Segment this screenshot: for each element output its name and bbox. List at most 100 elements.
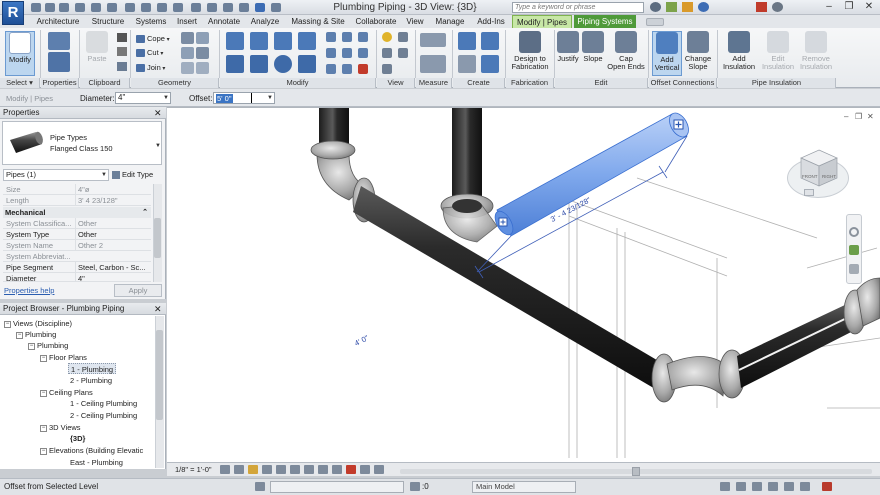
crop-view-icon[interactable] — [290, 465, 300, 474]
shadows-icon[interactable] — [262, 465, 272, 474]
worksharing-icon[interactable] — [360, 465, 370, 474]
tree-node-selected[interactable]: 1 - Plumbing — [68, 363, 117, 374]
home-icon[interactable] — [804, 189, 814, 196]
close-icon[interactable]: ✕ — [154, 303, 162, 315]
view-minimize-icon[interactable]: – — [844, 112, 848, 121]
tree-node[interactable]: − Plumbing — [28, 340, 68, 351]
close-icon[interactable]: ✕ — [154, 107, 162, 119]
tree-node[interactable]: 2 - Plumbing — [70, 375, 112, 386]
array-icon[interactable] — [358, 32, 368, 42]
user-icon[interactable] — [698, 2, 709, 12]
rotate-icon[interactable] — [274, 55, 292, 73]
copy-element-icon[interactable] — [250, 55, 268, 73]
open-icon[interactable] — [31, 3, 41, 12]
show-crop-icon[interactable] — [304, 465, 314, 474]
hide-isolate-icon[interactable] — [382, 32, 392, 42]
search-icon[interactable] — [650, 2, 661, 12]
properties-help-link[interactable]: Properties help — [4, 286, 54, 295]
collapse-toggle-icon[interactable]: − — [40, 447, 47, 455]
create-group-icon[interactable] — [458, 55, 476, 73]
switch-windows-icon[interactable] — [255, 3, 265, 12]
design-option-select[interactable]: Main Model — [472, 481, 576, 493]
analytical-model-icon[interactable] — [374, 465, 384, 474]
select-pinned-icon[interactable] — [768, 482, 778, 491]
cut-icon[interactable] — [117, 47, 127, 56]
pin-icon[interactable] — [342, 48, 352, 58]
add-vertical-button[interactable]: Add Vertical — [652, 31, 682, 76]
tree-node[interactable]: 1 - Ceiling Plumbing — [70, 398, 137, 409]
filter-icon[interactable] — [822, 482, 832, 491]
offset-value[interactable]: 5' 0" — [216, 94, 233, 103]
justify-button[interactable]: Justify — [556, 31, 580, 76]
tree-node-active-view[interactable]: {3D} — [70, 433, 85, 444]
chevron-down-icon[interactable]: ▼ — [267, 95, 273, 101]
app-menu-button[interactable]: R — [2, 1, 24, 25]
collapse-toggle-icon[interactable]: − — [28, 342, 35, 350]
cut-geometry-button[interactable]: Cut ▾ — [136, 47, 163, 58]
tab-massing-site[interactable]: Massing & Site — [286, 15, 350, 28]
delete-icon[interactable] — [358, 64, 368, 74]
trim-extend-icon[interactable] — [298, 55, 316, 73]
steering-wheel-icon[interactable] — [849, 227, 859, 237]
close-hidden-icon[interactable] — [239, 3, 249, 12]
create-assembly-icon[interactable] — [458, 32, 476, 50]
save-icon[interactable] — [45, 3, 55, 12]
cope-button[interactable]: Cope ▾ — [136, 33, 170, 44]
help-icon[interactable] — [772, 2, 783, 12]
subscription-icon[interactable] — [666, 2, 677, 12]
scale-icon[interactable] — [326, 48, 336, 58]
demolish-icon[interactable] — [196, 47, 209, 59]
edit-type-button[interactable]: Edit Type — [112, 169, 162, 181]
visual-style-icon[interactable] — [234, 465, 244, 474]
workset-select[interactable] — [270, 481, 404, 493]
property-row[interactable]: Diameter 4" — [3, 273, 151, 282]
collapse-toggle-icon[interactable]: − — [16, 331, 23, 339]
collapse-toggle-icon[interactable]: − — [40, 354, 47, 362]
wall-joins-icon[interactable] — [181, 32, 194, 44]
chevron-down-icon[interactable]: ▼ — [155, 143, 161, 149]
mirror-draw-axis-icon[interactable] — [298, 32, 316, 50]
section-icon[interactable] — [207, 3, 217, 12]
temporary-hide-icon[interactable] — [332, 465, 342, 474]
tab-collaborate[interactable]: Collaborate — [352, 15, 400, 28]
visibility-icon[interactable] — [382, 64, 392, 74]
search-input[interactable]: Type a keyword or phrase — [512, 2, 644, 13]
tab-modify-pipes[interactable]: Modify | Pipes — [512, 15, 572, 28]
hide-element-icon[interactable] — [382, 48, 392, 58]
restore-button[interactable]: ❐ — [840, 1, 858, 13]
reveal-hidden-icon[interactable] — [346, 465, 356, 474]
tree-node[interactable]: East - Plumbing — [70, 457, 123, 468]
tree-node[interactable]: − Elevations (Building Elevatic — [40, 445, 154, 456]
rendering-icon[interactable] — [276, 465, 286, 474]
select-panel-dropdown[interactable]: Select ▾ — [0, 78, 40, 88]
select-links-icon[interactable] — [736, 482, 746, 491]
override-graphics-icon[interactable] — [398, 32, 408, 42]
chevron-down-icon[interactable]: ▼ — [163, 95, 169, 101]
tree-node[interactable]: − Ceiling Plans — [40, 387, 93, 398]
browser-scroll-thumb[interactable] — [156, 330, 163, 420]
create-similar-icon[interactable] — [481, 55, 499, 73]
property-value[interactable]: 4" — [75, 273, 151, 281]
modify-button[interactable]: Modify — [5, 31, 35, 76]
dimension-icon[interactable] — [420, 55, 446, 73]
cap-open-ends-button[interactable]: Cap Open Ends — [606, 31, 646, 76]
select-underlay-icon[interactable] — [752, 482, 762, 491]
horizontal-scroll-thumb[interactable] — [632, 467, 640, 476]
tab-annotate[interactable]: Annotate — [204, 15, 244, 28]
drag-on-selection-icon[interactable] — [800, 482, 810, 491]
redo-icon[interactable] — [91, 3, 101, 12]
collapse-toggle-icon[interactable]: − — [40, 424, 47, 432]
create-parts-icon[interactable] — [481, 32, 499, 50]
mirror-pick-axis-icon[interactable] — [274, 32, 292, 50]
offset-icon[interactable] — [250, 32, 268, 50]
collapse-toggle-icon[interactable]: − — [4, 320, 11, 328]
aligned-dimension-icon[interactable] — [141, 3, 151, 12]
properties-icon[interactable] — [48, 52, 70, 72]
tree-node[interactable]: − Plumbing — [16, 329, 56, 340]
lock-view-icon[interactable] — [318, 465, 328, 474]
split-gap-icon[interactable] — [342, 32, 352, 42]
tag-icon[interactable] — [157, 3, 167, 12]
viewcube[interactable] — [797, 146, 841, 190]
edit-insulation-button[interactable]: Edit Insulation — [759, 31, 797, 76]
communication-icon[interactable] — [682, 2, 693, 12]
